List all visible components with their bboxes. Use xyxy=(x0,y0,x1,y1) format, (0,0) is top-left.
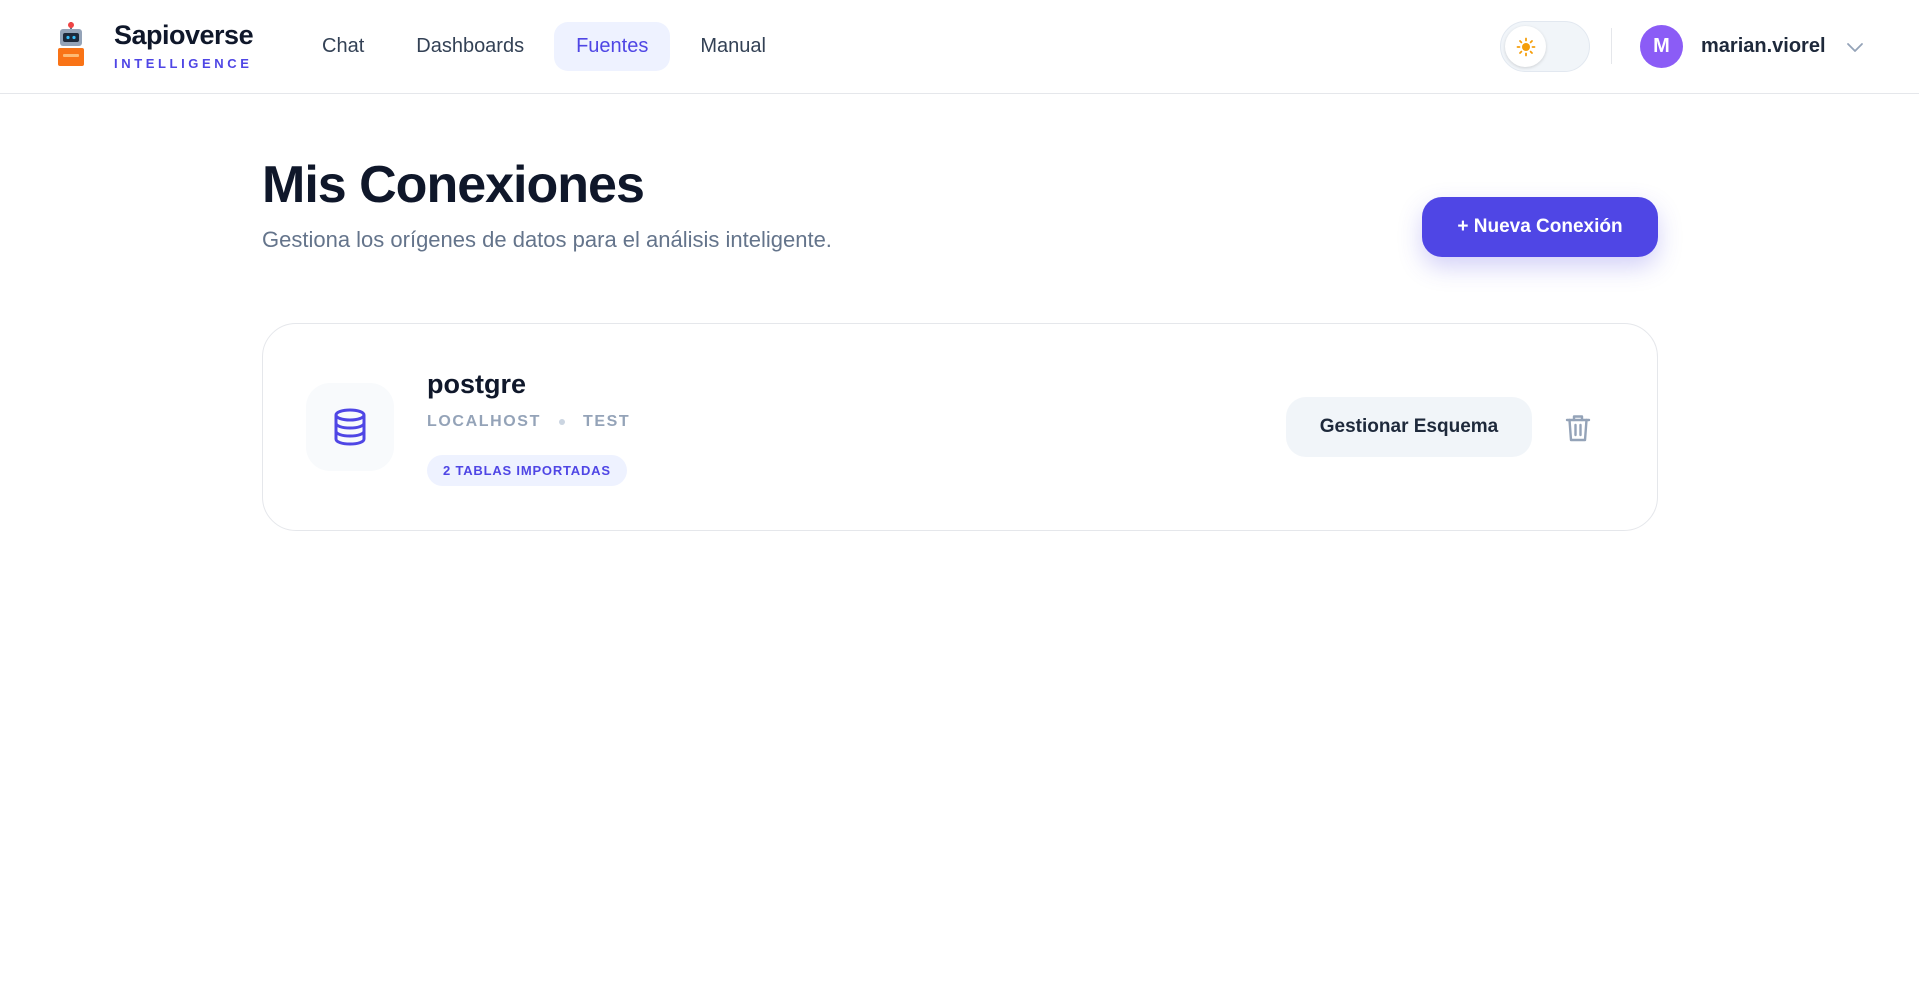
meta-separator-dot xyxy=(558,419,565,425)
main-nav: Chat Dashboards Fuentes Manual xyxy=(300,22,788,71)
connection-host: LOCALHOST xyxy=(427,413,541,430)
theme-toggle-knob xyxy=(1505,26,1546,67)
connection-card: postgre LOCALHOST TEST 2 TABLAS IMPORTAD… xyxy=(262,323,1658,531)
avatar: M xyxy=(1640,25,1683,68)
user-menu[interactable]: M marian.viorel xyxy=(1640,25,1864,68)
nav-item-chat[interactable]: Chat xyxy=(300,22,386,71)
manage-schema-button[interactable]: Gestionar Esquema xyxy=(1286,397,1532,457)
page-title: Mis Conexiones xyxy=(262,156,645,214)
brand-name: Sapioverse xyxy=(114,20,254,50)
chevron-down-icon xyxy=(1846,42,1863,52)
theme-toggle[interactable] xyxy=(1500,21,1590,72)
tables-badge: 2 TABLAS IMPORTADAS xyxy=(427,455,627,486)
sun-icon xyxy=(1516,37,1535,56)
header-divider xyxy=(1611,28,1612,64)
connection-meta: LOCALHOST TEST xyxy=(427,413,630,431)
new-connection-button[interactable]: + Nueva Conexión xyxy=(1422,197,1658,257)
robot-icon xyxy=(55,22,87,70)
database-icon xyxy=(334,408,366,446)
nav-item-manual[interactable]: Manual xyxy=(678,22,788,71)
top-navbar: Sapioverse INTELLIGENCE Chat Dashboards … xyxy=(0,0,1919,94)
trash-icon xyxy=(1565,415,1591,442)
brand-tagline: INTELLIGENCE xyxy=(114,56,253,71)
brand[interactable]: Sapioverse INTELLIGENCE xyxy=(55,20,254,71)
delete-connection-button[interactable] xyxy=(1564,413,1592,443)
page-subtitle: Gestiona los orígenes de datos para el a… xyxy=(262,227,832,252)
nav-item-dashboards[interactable]: Dashboards xyxy=(394,22,546,71)
connection-database: TEST xyxy=(582,413,631,430)
database-tile xyxy=(306,383,394,471)
nav-item-fuentes[interactable]: Fuentes xyxy=(554,22,671,71)
username: marian.viorel xyxy=(1701,35,1826,57)
connection-name: postgre xyxy=(427,369,527,399)
